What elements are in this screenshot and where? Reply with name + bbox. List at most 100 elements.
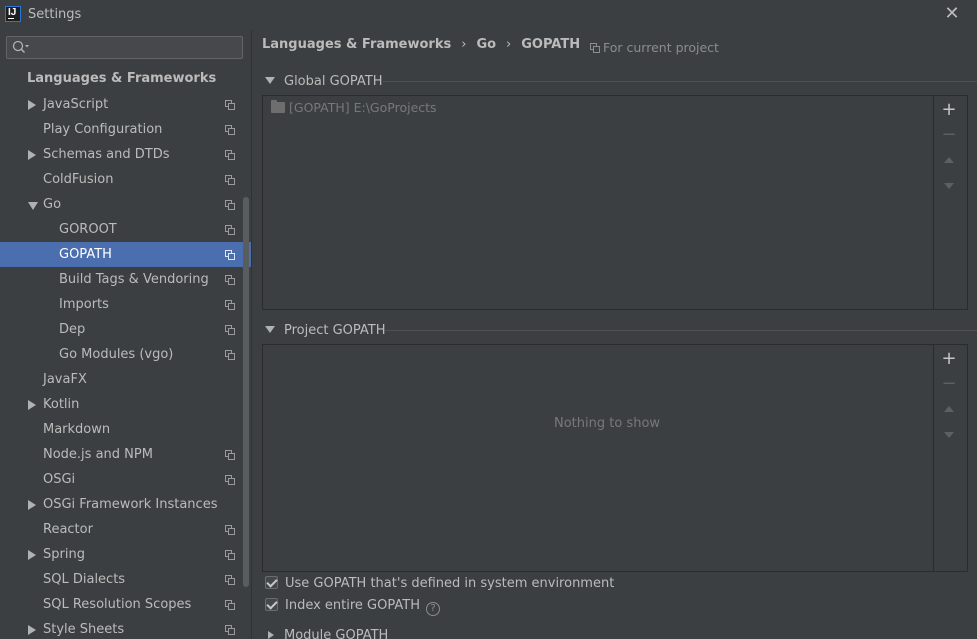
project-level-icon: [225, 100, 235, 110]
sidebar-item-label: SQL Resolution Scopes: [43, 597, 192, 612]
sidebar-item-label: Style Sheets: [43, 622, 125, 637]
project-level-icon: [225, 250, 235, 260]
sidebar-section-title[interactable]: Languages & Frameworks: [27, 71, 216, 86]
project-gopath-toggle[interactable]: Project GOPATH: [265, 323, 386, 338]
sidebar-item-label: Go Modules (vgo): [59, 347, 174, 362]
separator: [383, 81, 977, 82]
remove-icon[interactable]: −: [941, 375, 957, 393]
gopath-entry-label: [GOPATH] E:\GoProjects: [289, 100, 437, 115]
index-entire-gopath-label: Index entire GOPATH: [285, 598, 420, 613]
use-system-gopath-label: Use GOPATH that's defined in system envi…: [285, 576, 615, 591]
sidebar-item-style-sheets[interactable]: Style Sheets: [0, 617, 251, 639]
sidebar-item-go-modules-vgo[interactable]: Go Modules (vgo): [0, 342, 251, 367]
expand-arrow-icon[interactable]: [28, 500, 36, 510]
sidebar-item-javafx[interactable]: JavaFX: [0, 367, 251, 392]
sidebar-item-kotlin[interactable]: Kotlin: [0, 392, 251, 417]
expand-arrow-icon[interactable]: [28, 150, 36, 160]
project-level-icon: [225, 150, 235, 160]
breadcrumb-separator: ›: [506, 37, 512, 52]
expand-arrow-icon: [268, 631, 274, 639]
settings-sidebar: Languages & Frameworks JavaScript Play Co…: [0, 30, 251, 639]
module-gopath-toggle[interactable]: Module GOPATH: [268, 628, 388, 639]
sidebar-item-label: JavaFX: [43, 372, 87, 387]
expand-arrow-icon[interactable]: [28, 625, 36, 635]
collapse-arrow-icon: [265, 77, 275, 84]
sidebar-item-imports[interactable]: Imports: [0, 292, 251, 317]
expand-arrow-icon[interactable]: [28, 400, 36, 410]
sidebar-item-gopath[interactable]: GOPATH: [0, 242, 251, 267]
module-gopath-title: Module GOPATH: [284, 628, 389, 639]
sidebar-item-spring[interactable]: Spring: [0, 542, 251, 567]
search-icon: [12, 40, 29, 54]
breadcrumb-gopath: GOPATH: [521, 37, 581, 52]
sidebar-item-dep[interactable]: Dep: [0, 317, 251, 342]
sidebar-item-label: Node.js and NPM: [43, 447, 153, 462]
sidebar-item-label: Markdown: [43, 422, 111, 437]
breadcrumb-languages: Languages & Frameworks: [262, 37, 452, 52]
project-level-icon: [225, 350, 235, 360]
sidebar-item-node-js-and-npm[interactable]: Node.js and NPM: [0, 442, 251, 467]
sidebar-item-label: Play Configuration: [43, 122, 163, 137]
use-system-gopath-checkbox[interactable]: Use GOPATH that's defined in system envi…: [265, 576, 614, 594]
project-level-icon: [225, 225, 235, 235]
add-icon[interactable]: +: [941, 101, 957, 119]
sidebar-item-markdown[interactable]: Markdown: [0, 417, 251, 442]
folder-icon: [271, 100, 285, 113]
close-icon[interactable]: ✕: [943, 5, 961, 23]
for-current-project-text: For current project: [603, 40, 719, 55]
sidebar-item-sql-dialects[interactable]: SQL Dialects: [0, 567, 251, 592]
sidebar-item-javascript[interactable]: JavaScript: [0, 92, 251, 117]
project-level-icon: [225, 300, 235, 310]
sidebar-item-osgi-framework-instances[interactable]: OSGi Framework Instances: [0, 492, 251, 517]
remove-icon[interactable]: −: [941, 126, 957, 144]
add-icon[interactable]: +: [941, 350, 957, 368]
index-entire-gopath-checkbox[interactable]: Index entire GOPATH?: [265, 598, 440, 616]
move-down-icon[interactable]: [941, 432, 957, 448]
title-bar: IJ Settings ✕: [0, 0, 977, 30]
list-item[interactable]: [GOPATH] E:\GoProjects: [271, 100, 437, 115]
expand-arrow-icon[interactable]: [28, 100, 36, 110]
sidebar-item-goroot[interactable]: GOROOT: [0, 217, 251, 242]
move-up-icon[interactable]: [941, 406, 957, 422]
sidebar-scrollbar[interactable]: [243, 197, 249, 587]
project-level-icon: [225, 625, 235, 635]
search-input[interactable]: [6, 36, 243, 59]
sidebar-item-label: Schemas and DTDs: [43, 147, 170, 162]
project-gopath-list[interactable]: Nothing to show + −: [262, 344, 968, 572]
global-gopath-toolbar: + −: [933, 96, 967, 309]
panel-divider[interactable]: [251, 30, 252, 639]
separator: [385, 330, 977, 331]
sidebar-item-osgi[interactable]: OSGi: [0, 467, 251, 492]
breadcrumb-separator: ›: [461, 37, 467, 52]
expand-arrow-icon[interactable]: [28, 550, 36, 560]
move-down-icon[interactable]: [941, 183, 957, 199]
sidebar-item-reactor[interactable]: Reactor: [0, 517, 251, 542]
project-copy-icon: [590, 43, 600, 53]
sidebar-item-play-configuration[interactable]: Play Configuration: [0, 117, 251, 142]
sidebar-item-label: ColdFusion: [43, 172, 114, 187]
project-gopath-title: Project GOPATH: [284, 323, 386, 338]
sidebar-item-label: GOPATH: [59, 247, 112, 262]
sidebar-item-sql-resolution-scopes[interactable]: SQL Resolution Scopes: [0, 592, 251, 617]
sidebar-item-schemas-and-dtds[interactable]: Schemas and DTDs: [0, 142, 251, 167]
project-level-icon: [225, 450, 235, 460]
help-icon[interactable]: ?: [425, 602, 440, 616]
project-level-icon: [225, 475, 235, 485]
sidebar-item-go[interactable]: Go: [0, 192, 251, 217]
sidebar-item-coldfusion[interactable]: ColdFusion: [0, 167, 251, 192]
intellij-app-icon: IJ: [5, 6, 21, 22]
project-level-icon: [225, 200, 235, 210]
sidebar-item-label: Go: [43, 197, 62, 212]
global-gopath-toggle[interactable]: Global GOPATH: [265, 74, 383, 89]
project-gopath-toolbar: + −: [933, 345, 967, 571]
global-gopath-list[interactable]: [GOPATH] E:\GoProjects + −: [262, 95, 968, 310]
move-up-icon[interactable]: [941, 157, 957, 173]
sidebar-item-label: Build Tags & Vendoring: [59, 272, 209, 287]
collapse-arrow-icon[interactable]: [28, 202, 38, 210]
sidebar-item-build-tags-vendoring[interactable]: Build Tags & Vendoring: [0, 267, 251, 292]
sidebar-item-label: Kotlin: [43, 397, 80, 412]
window-title: Settings: [28, 7, 82, 22]
sidebar-item-label: Imports: [59, 297, 109, 312]
sidebar-item-label: Spring: [43, 547, 85, 562]
project-level-icon: [225, 325, 235, 335]
